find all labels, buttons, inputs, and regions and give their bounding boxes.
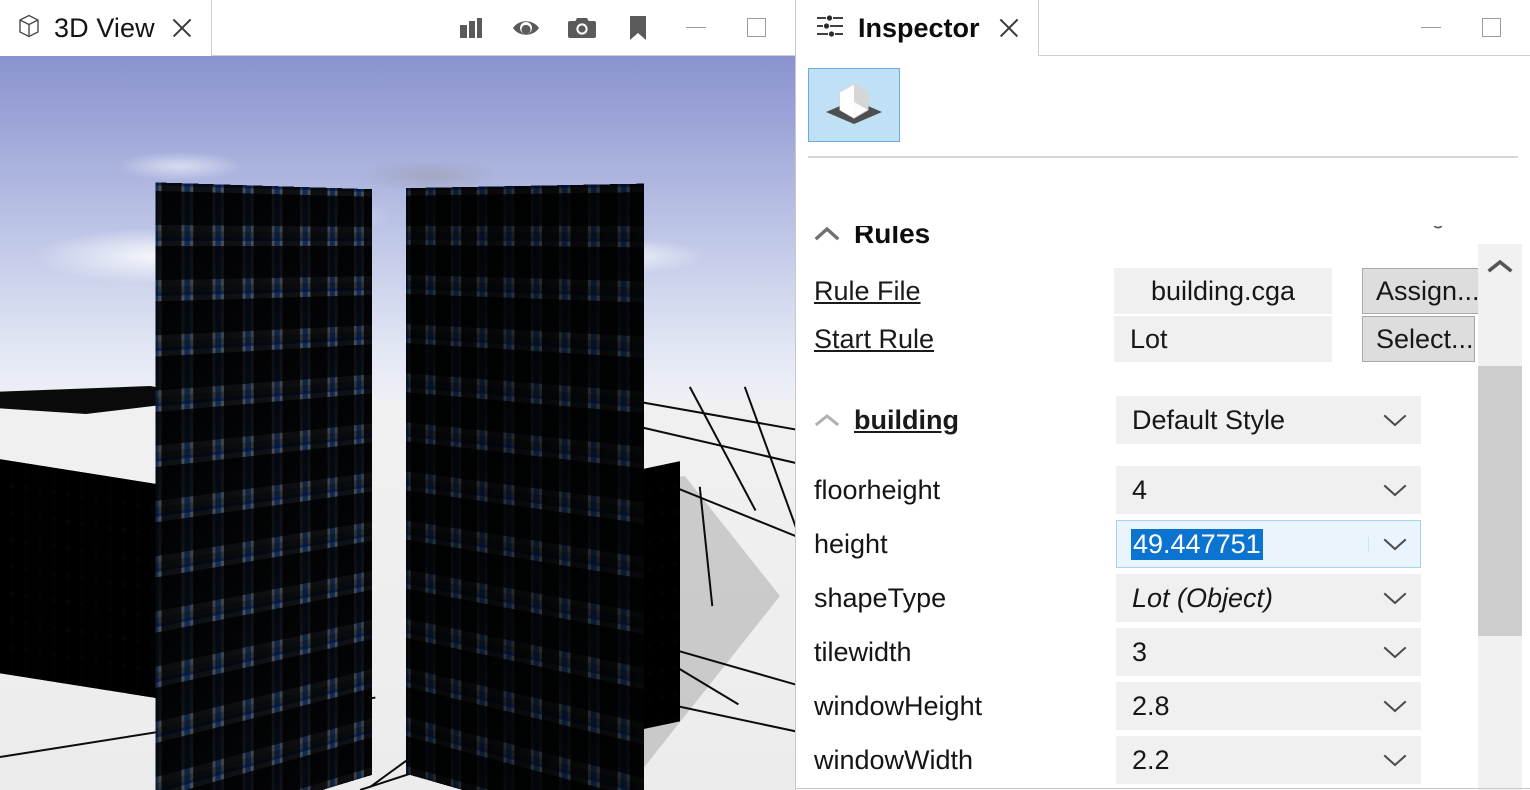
minimize-button[interactable] <box>679 11 713 45</box>
attribute-value: 2.8 <box>1116 691 1369 722</box>
viewport-toolbar <box>455 0 795 55</box>
attribute-value: 4 <box>1116 475 1369 506</box>
close-icon[interactable] <box>996 15 1022 41</box>
chevron-down-icon[interactable] <box>1369 483 1421 498</box>
building-face-left <box>155 182 371 790</box>
building-group-label[interactable]: building <box>840 405 959 436</box>
inspector-window-controls <box>1414 0 1530 55</box>
eye-icon[interactable] <box>511 13 541 43</box>
viewport-titlebar: 3D View <box>0 0 795 56</box>
start-rule-value[interactable]: Lot <box>1114 316 1332 362</box>
rules-heading: Rules <box>854 226 930 250</box>
rules-section-header[interactable]: Rules <box>796 226 1486 256</box>
layers-icon[interactable] <box>455 13 485 43</box>
attribute-label: tilewidth <box>796 637 1116 668</box>
attribute-label: height <box>796 529 1116 560</box>
attribute-value-wrapper: 49.447751 <box>1117 529 1368 560</box>
attribute-value: Lot (Object) <box>1116 583 1369 614</box>
attribute-field[interactable]: 3 <box>1116 628 1421 676</box>
attribute-row-windowheight: windowHeight 2.8 <box>796 682 1486 730</box>
inspector-body: Rules Rule File building.cga Assign... <box>796 56 1530 789</box>
minimize-button[interactable] <box>1414 11 1448 45</box>
attribute-row-shapetype: shapeType Lot (Object) <box>796 574 1486 622</box>
attribute-field-editing[interactable]: 49.447751 <box>1116 520 1421 568</box>
attribute-row-height: height 49.447751 <box>796 520 1486 568</box>
style-dropdown[interactable]: Default Style <box>1116 396 1421 444</box>
viewport-pane: 3D View <box>0 0 795 790</box>
attribute-row-floorheight: floorheight 4 <box>796 466 1486 514</box>
attribute-field[interactable]: Lot (Object) <box>1116 574 1421 622</box>
attribute-value: 3 <box>1116 637 1369 668</box>
sliders-icon <box>814 11 846 46</box>
rule-file-value[interactable]: building.cga <box>1114 268 1332 314</box>
inspector-pane: Inspector <box>795 0 1530 790</box>
chevron-up-icon[interactable] <box>814 226 840 247</box>
application-window: 3D View <box>0 0 1530 790</box>
titlebar-spacer <box>212 0 455 55</box>
close-icon[interactable] <box>169 15 195 41</box>
assign-button[interactable]: Assign... <box>1362 268 1481 314</box>
link-icon[interactable] <box>1430 226 1446 239</box>
chevron-down-icon[interactable] <box>1369 645 1421 660</box>
attribute-label: windowWidth <box>796 745 1116 776</box>
scroll-up-button[interactable] <box>1478 244 1522 288</box>
building-face-right <box>406 184 644 790</box>
inspector-titlebar-spacer <box>1039 0 1414 55</box>
attribute-label: floorheight <box>796 475 1116 506</box>
maximize-button[interactable] <box>739 11 773 45</box>
chevron-down-icon[interactable] <box>1369 753 1421 768</box>
inspector-scroll-area: Rules Rule File building.cga Assign... <box>796 226 1486 790</box>
attribute-label: shapeType <box>796 583 1116 614</box>
chevron-down-icon[interactable] <box>1369 699 1421 714</box>
attribute-field[interactable]: 2.8 <box>1116 682 1421 730</box>
attribute-value-selected[interactable]: 49.447751 <box>1131 529 1263 560</box>
attribute-field[interactable]: 2.2 <box>1116 736 1421 784</box>
section-divider <box>808 156 1518 158</box>
building-group-row: building Default Style <box>796 396 1486 444</box>
inspector-titlebar: Inspector <box>796 0 1530 56</box>
3d-viewport[interactable] <box>0 56 795 790</box>
rule-file-label[interactable]: Rule File <box>796 276 1114 307</box>
selected-building[interactable] <box>150 186 650 790</box>
building-group-toggle[interactable]: building <box>796 405 1116 436</box>
panel-bottom-border <box>796 788 1530 789</box>
attribute-field[interactable]: 4 <box>1116 466 1421 514</box>
chevron-down-icon[interactable] <box>1369 413 1421 428</box>
scrollbar-track[interactable] <box>1478 288 1522 780</box>
start-rule-label[interactable]: Start Rule <box>796 324 1114 355</box>
attribute-value: 2.2 <box>1116 745 1369 776</box>
shape-thumbnail[interactable] <box>808 68 900 142</box>
rule-file-row: Rule File building.cga Assign... <box>796 268 1486 314</box>
tab-inspector[interactable]: Inspector <box>796 0 1039 56</box>
scrollbar-thumb[interactable] <box>1478 366 1522 636</box>
camera-icon[interactable] <box>567 13 597 43</box>
start-rule-row: Start Rule Lot Select... <box>796 316 1486 362</box>
tab-label: 3D View <box>54 13 155 44</box>
tab-3d-view[interactable]: 3D View <box>0 0 212 56</box>
inspector-title: Inspector <box>858 13 980 44</box>
select-button[interactable]: Select... <box>1362 316 1475 362</box>
attribute-label: windowHeight <box>796 691 1116 722</box>
chevron-down-icon[interactable] <box>1369 591 1421 606</box>
thumbnail-area <box>796 56 1530 142</box>
maximize-button[interactable] <box>1474 11 1508 45</box>
attribute-row-tilewidth: tilewidth 3 <box>796 628 1486 676</box>
chevron-up-icon[interactable] <box>814 407 840 433</box>
style-value: Default Style <box>1116 405 1369 436</box>
attribute-row-windowwidth: windowWidth 2.2 <box>796 736 1486 784</box>
inspector-scrollbar[interactable] <box>1478 244 1522 790</box>
cube-icon <box>14 11 44 46</box>
chevron-down-icon[interactable] <box>1368 537 1420 552</box>
bookmark-icon[interactable] <box>623 13 653 43</box>
